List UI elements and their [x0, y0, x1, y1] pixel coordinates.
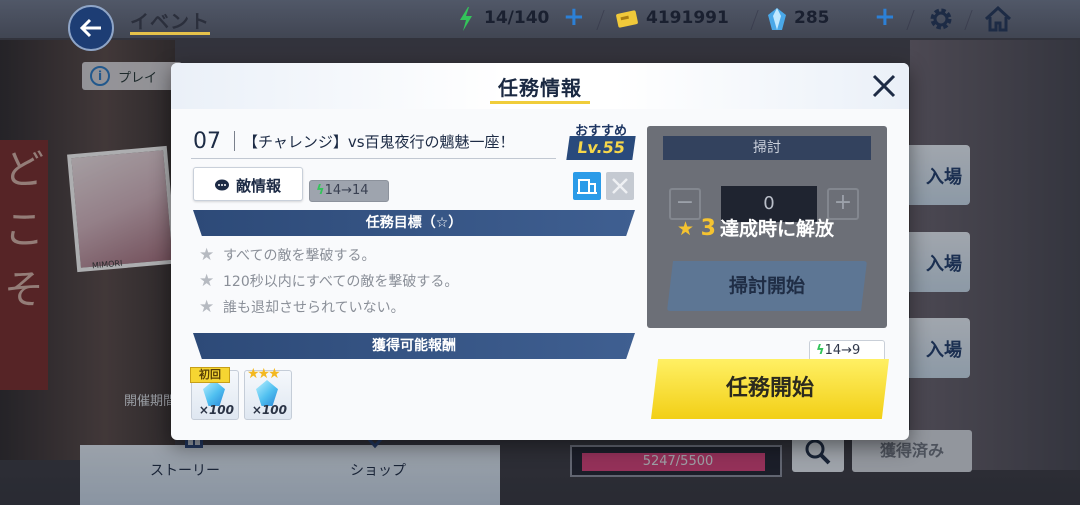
top-bar: イベント 14/140 + 4191991 285 + [0, 0, 1080, 51]
stage-divider [234, 131, 235, 151]
enemy-info-label: 敵情報 [236, 177, 282, 195]
coin-value: 4191991 [646, 8, 729, 28]
cross-icon [612, 178, 628, 194]
stage-name: 【チャレンジ】vs百鬼夜行の魑魅一座！ [243, 133, 515, 151]
star-icon: ★ [199, 297, 215, 317]
goal-item-2: ★ 120秒以内にすべての敵を撃破する。 [199, 271, 459, 291]
star-icon: ★ [199, 271, 215, 291]
mission-info-modal: 任務情報 07 【チャレンジ】vs百鬼夜行の魑魅一座！ Lv.55 おすすめ 敵… [171, 63, 909, 440]
sweep-panel: 掃討 − 0 + ★ 3 達成時に解放 掃討開始 [647, 126, 887, 328]
building-icon [577, 179, 597, 194]
sweep-start-button[interactable]: 掃討開始 [667, 261, 867, 311]
home-icon[interactable] [984, 6, 1012, 32]
disabled-button[interactable] [606, 172, 634, 200]
mission-start-button[interactable]: 任務開始 [651, 359, 889, 419]
three-star-tag: ★★★ [247, 366, 281, 382]
recommended-label: おすすめ [574, 124, 627, 139]
reward-quantity: ×100 [198, 403, 234, 417]
gem-icon [768, 8, 786, 30]
credit-icon [616, 10, 638, 28]
recommended-level: Lv.55 [566, 136, 636, 160]
stamina-icon: ϟ [316, 183, 325, 198]
gem-value: 285 [794, 8, 830, 28]
divider [906, 10, 915, 30]
mission-cost: ϟ14→9 [809, 340, 885, 362]
sweep-unlock-message: ★ 3 達成時に解放 [677, 216, 834, 241]
modal-title-underline [490, 101, 590, 104]
page-title: イベント [130, 11, 211, 33]
modal-title: 任務情報 [498, 76, 582, 100]
back-button[interactable] [68, 5, 114, 51]
title-underline [130, 32, 210, 35]
sweep-cost: ϟ14→14 [309, 180, 389, 202]
map-button[interactable] [573, 172, 601, 200]
reward-quantity: ×100 [251, 403, 287, 417]
star-icon: ★ [677, 218, 695, 240]
goal-item-1: ★ すべての敵を撃破する。 [199, 245, 376, 265]
enemy-info-button[interactable]: 敵情報 [193, 167, 303, 201]
sweep-title: 掃討 [663, 136, 871, 160]
goals-header: 任務目標（☆） [193, 210, 635, 236]
first-clear-tag: 初回 [190, 367, 230, 383]
divider [750, 10, 759, 30]
star-icon: ★ [199, 245, 215, 265]
stage-underline [191, 158, 556, 159]
stage-number: 07 [193, 129, 221, 154]
unlock-star-count: 3 [700, 216, 716, 241]
gem-plus-button[interactable]: + [874, 4, 896, 30]
stamina-value: 14/140 [484, 8, 550, 28]
recommended-level-badge: Lv.55 おすすめ [566, 122, 636, 160]
divider [964, 10, 973, 30]
stamina-plus-button[interactable]: + [563, 4, 585, 30]
goal-item-3: ★ 誰も退却させられていない。 [199, 297, 405, 317]
back-arrow-icon [80, 18, 101, 38]
divider [596, 10, 605, 30]
gear-icon[interactable] [928, 6, 954, 32]
close-icon[interactable] [869, 71, 899, 101]
rewards-header: 獲得可能報酬 [193, 333, 635, 359]
chat-icon [215, 179, 229, 191]
stamina-icon [460, 7, 472, 31]
stamina-icon: ϟ [816, 343, 825, 358]
